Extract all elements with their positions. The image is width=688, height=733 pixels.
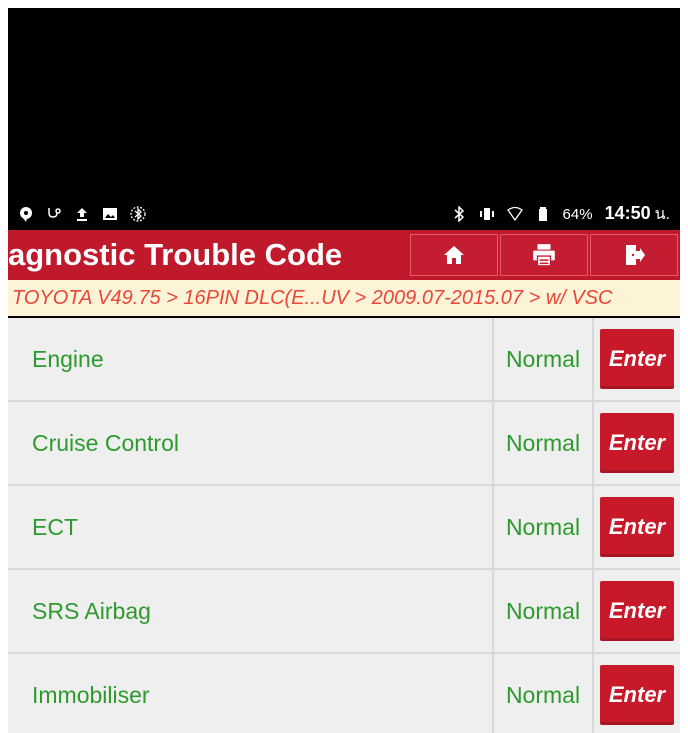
clock: 14:50 น. xyxy=(605,202,670,227)
exit-button[interactable] xyxy=(590,234,678,276)
system-name: Immobiliser xyxy=(32,681,150,708)
status-bar: 64% 14:50 น. xyxy=(8,198,680,230)
breadcrumb: TOYOTA V49.75 > 16PIN DLC(E...UV > 2009.… xyxy=(8,280,680,316)
enter-button[interactable]: Enter xyxy=(600,497,674,557)
bluetooth-circle-icon xyxy=(130,206,146,222)
status-time: 14:50 xyxy=(604,202,651,223)
system-name: SRS Airbag xyxy=(32,597,151,624)
action-cell: Enter xyxy=(594,570,680,652)
enter-button[interactable]: Enter xyxy=(600,581,674,641)
status-time-suffix: น. xyxy=(654,205,670,223)
status-right-icons: 64% 14:50 น. xyxy=(451,202,670,227)
action-cell: Enter xyxy=(594,402,680,484)
list-item: Engine Normal Enter xyxy=(8,318,680,402)
system-status: Normal xyxy=(492,570,594,652)
action-cell: Enter xyxy=(594,318,680,400)
action-cell: Enter xyxy=(594,486,680,568)
exit-icon xyxy=(626,245,645,265)
list-item: Cruise Control Normal Enter xyxy=(8,402,680,486)
battery-icon xyxy=(538,207,547,221)
enter-button[interactable]: Enter xyxy=(600,329,674,389)
enter-button[interactable]: Enter xyxy=(600,413,674,473)
system-name: Cruise Control xyxy=(32,429,179,456)
status-left-icons xyxy=(18,206,146,222)
system-list: Engine Normal Enter Cruise Control Norma… xyxy=(8,318,680,733)
app-header: agnostic Trouble Code xyxy=(8,230,680,280)
page-title: agnostic Trouble Code xyxy=(8,230,408,280)
print-button[interactable] xyxy=(500,234,588,276)
list-item: SRS Airbag Normal Enter xyxy=(8,570,680,654)
wifi-icon xyxy=(506,206,523,222)
action-cell: Enter xyxy=(594,654,680,733)
stethoscope-icon xyxy=(48,208,61,218)
system-name: ECT xyxy=(32,513,78,540)
home-button[interactable] xyxy=(410,234,498,276)
system-status: Normal xyxy=(492,402,594,484)
system-name: Engine xyxy=(32,345,104,372)
device-screen: 64% 14:50 น. agnostic Trouble Code TOYOT… xyxy=(8,8,680,733)
empty-top-area xyxy=(8,8,680,198)
upload-icon xyxy=(77,208,87,221)
chat-icon xyxy=(20,207,32,222)
enter-button[interactable]: Enter xyxy=(600,665,674,725)
bluetooth-icon xyxy=(454,206,464,222)
list-item: ECT Normal Enter xyxy=(8,486,680,570)
system-status: Normal xyxy=(492,486,594,568)
printer-icon xyxy=(533,244,555,267)
system-status: Normal xyxy=(492,654,594,733)
header-buttons xyxy=(408,234,678,276)
battery-percent: 64% xyxy=(562,205,593,223)
home-icon xyxy=(444,246,464,264)
page-title-text: agnostic Trouble Code xyxy=(8,237,343,272)
vibrate-icon xyxy=(479,208,494,220)
system-status: Normal xyxy=(492,318,594,400)
image-icon xyxy=(103,208,117,220)
list-item: Immobiliser Normal Enter xyxy=(8,654,680,733)
